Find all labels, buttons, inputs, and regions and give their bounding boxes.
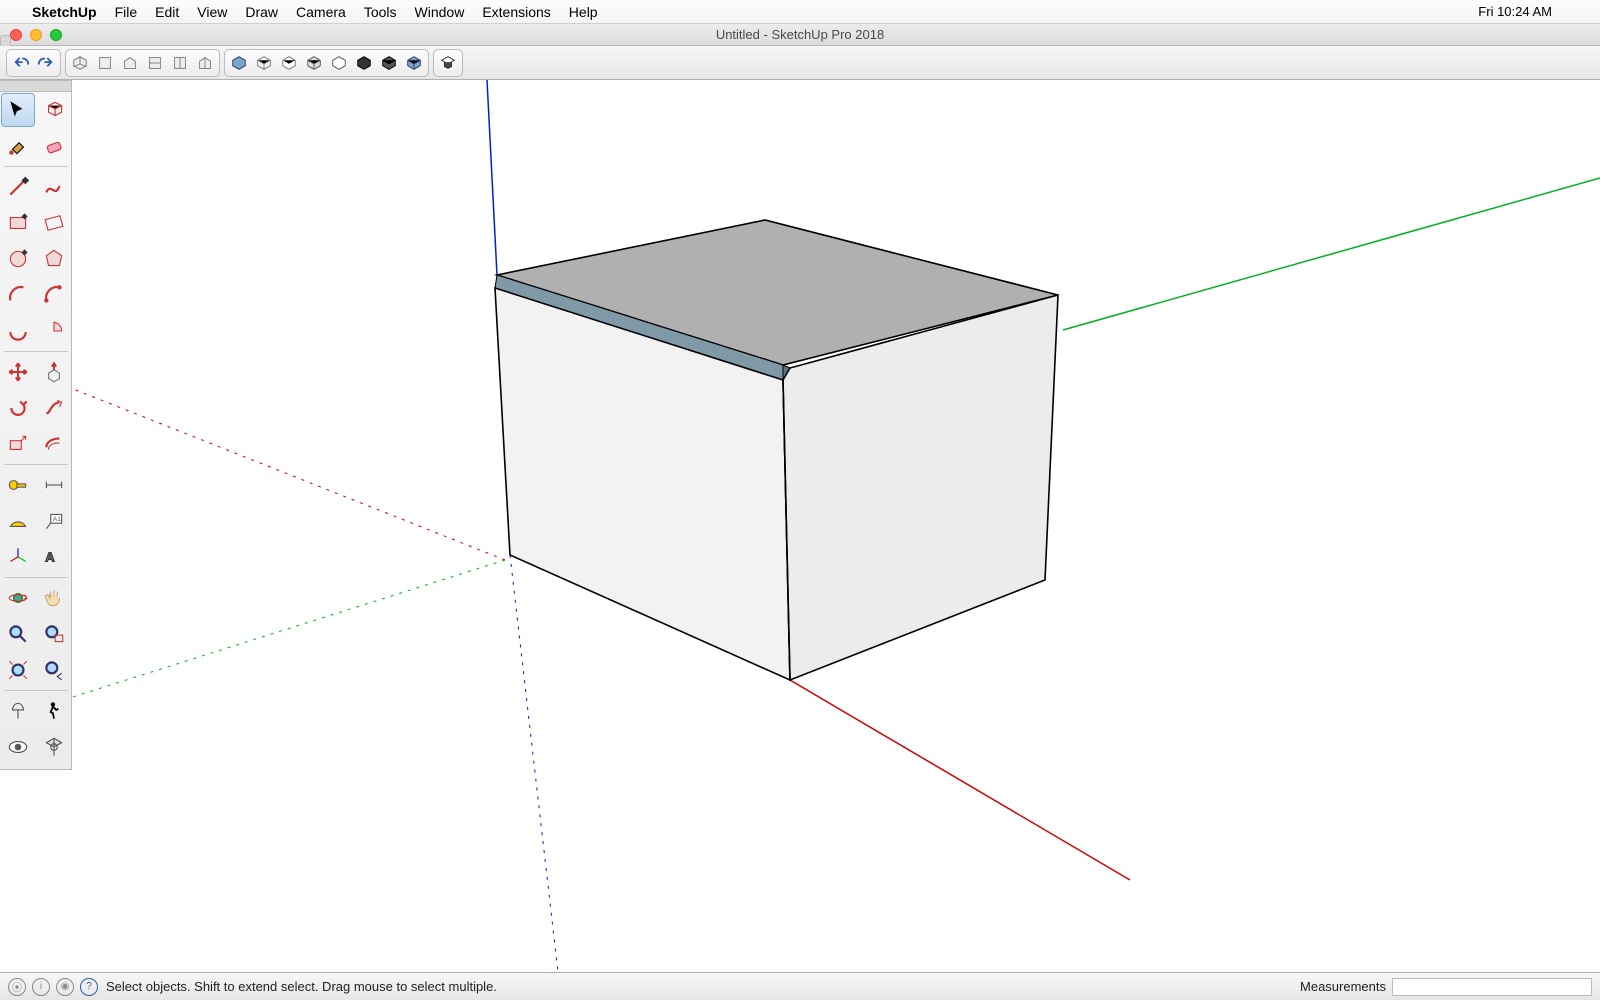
tool-pie[interactable] [37,314,71,348]
back-view-button[interactable] [169,52,191,74]
credits-icon[interactable]: i [32,978,50,996]
main-toolbar [0,46,1600,80]
app-menu[interactable]: SketchUp [32,4,97,20]
window-title: Untitled - SketchUp Pro 2018 [0,27,1600,42]
tool-3dtext[interactable]: A [37,540,71,574]
tool-move[interactable] [1,355,35,389]
redo-button[interactable] [35,52,57,74]
help-icon[interactable]: ? [80,978,98,996]
svg-text:A: A [45,549,55,564]
modeling-viewport[interactable] [0,80,1600,972]
tool-protractor[interactable] [1,504,35,538]
tool-rectangle-rot[interactable] [37,206,71,240]
status-hint: Select objects. Shift to extend select. … [106,979,497,994]
toolbar-handle[interactable] [0,35,11,46]
style-texture-button[interactable] [403,52,425,74]
menu-view[interactable]: View [197,4,227,20]
menu-help[interactable]: Help [569,4,598,20]
menu-camera[interactable]: Camera [296,4,346,20]
geo-location-icon[interactable]: ⦿ [8,978,26,996]
tool-zoom[interactable] [1,617,35,651]
window-titlebar: Untitled - SketchUp Pro 2018 [0,24,1600,46]
menubar-clock[interactable]: Fri 10:24 AM [1478,4,1552,19]
menu-extensions[interactable]: Extensions [482,4,550,20]
window-zoom-button[interactable] [50,29,62,41]
warehouse-button[interactable] [437,52,459,74]
measurements-label: Measurements [1300,979,1386,994]
style-shaded-button[interactable] [228,52,250,74]
tool-orbit[interactable] [1,581,35,615]
style-backedges-button[interactable] [378,52,400,74]
undo-button[interactable] [10,52,32,74]
tool-eraser[interactable] [37,129,71,163]
tool-arc[interactable] [1,278,35,312]
tool-followme[interactable] [37,391,71,425]
tool-pushpull[interactable] [37,355,71,389]
tool-line[interactable] [1,170,35,204]
menu-draw[interactable]: Draw [245,4,278,20]
style-mono-button[interactable] [328,52,350,74]
style-shaded-tex-button[interactable] [303,52,325,74]
menu-file[interactable]: File [115,4,138,20]
tool-position-camera[interactable] [1,694,35,728]
tool-scale[interactable] [1,427,35,461]
style-xray-button[interactable] [353,52,375,74]
tool-tape[interactable] [1,468,35,502]
sign-in-icon[interactable]: ◉ [56,978,74,996]
tool-circle[interactable] [1,242,35,276]
tool-section[interactable] [37,730,71,764]
menu-tools[interactable]: Tools [364,4,397,20]
tool-zoom-window[interactable] [37,617,71,651]
palette-handle[interactable] [0,81,71,92]
tool-paint[interactable] [1,129,35,163]
status-bar: ⦿ i ◉ ? Select objects. Shift to extend … [0,972,1600,1000]
front-view-button[interactable] [119,52,141,74]
svg-text:A1: A1 [53,516,61,523]
top-view-button[interactable] [94,52,116,74]
tool-palette: A1 A [0,80,72,770]
menu-edit[interactable]: Edit [155,4,179,20]
window-close-button[interactable] [10,29,22,41]
left-view-button[interactable] [194,52,216,74]
style-wire-button[interactable] [253,52,275,74]
tool-text[interactable]: A1 [37,504,71,538]
right-view-button[interactable] [144,52,166,74]
tool-arc-2pt[interactable] [37,278,71,312]
tool-component-make[interactable] [37,93,71,127]
tool-pan[interactable] [37,581,71,615]
tool-polygon[interactable] [37,242,71,276]
tool-freehand[interactable] [37,170,71,204]
tool-arc-3pt[interactable] [1,314,35,348]
tool-zoom-extents[interactable] [1,653,35,687]
tool-offset[interactable] [37,427,71,461]
iso-view-button[interactable] [69,52,91,74]
tool-rectangle[interactable] [1,206,35,240]
tool-select[interactable] [1,93,35,127]
window-minimize-button[interactable] [30,29,42,41]
mac-menubar: SketchUp File Edit View Draw Camera Tool… [0,0,1600,24]
tool-previous-view[interactable] [37,653,71,687]
menu-window[interactable]: Window [415,4,465,20]
tool-rotate[interactable] [1,391,35,425]
tool-axes[interactable] [1,540,35,574]
style-hidden-button[interactable] [278,52,300,74]
measurements-input[interactable] [1392,978,1592,996]
tool-dimension[interactable] [37,468,71,502]
tool-look-around[interactable] [1,730,35,764]
tool-walk[interactable] [37,694,71,728]
